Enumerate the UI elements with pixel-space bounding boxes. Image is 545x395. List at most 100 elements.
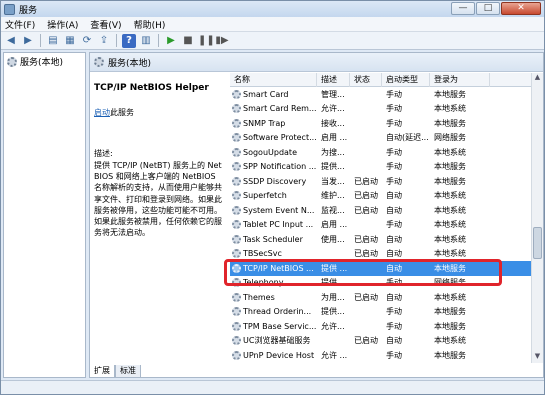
service-startup-type: 手动 — [386, 321, 402, 331]
service-log-on-as: 本地系统 — [434, 220, 466, 230]
service-row[interactable]: UC浏览器基础服务 已启动 自动 本地系统 — [230, 334, 543, 349]
scroll-up-icon[interactable]: ▲ — [532, 73, 543, 84]
service-name-cell: TBSecSvc — [230, 249, 317, 259]
service-status: 已启动 — [354, 249, 378, 259]
column-header-name[interactable]: 名称 — [230, 73, 317, 87]
service-name-cell: Task Scheduler — [230, 234, 317, 244]
forward-icon[interactable]: ▶ — [21, 34, 35, 48]
service-row[interactable]: TBSecSvc 已启动 自动 本地系统 — [230, 247, 543, 262]
toolbar-separator — [116, 34, 117, 47]
service-name-cell: TPM Base Servic... — [230, 321, 317, 331]
help-icon[interactable]: ? — [122, 33, 136, 48]
menu-view[interactable]: 查看(V) — [90, 18, 121, 31]
column-header-startup-type[interactable]: 启动类型 — [382, 73, 430, 87]
services-window: 服务 — □ ✕ 文件(F) 操作(A) 查看(V) 帮助(H) ◀ ▶ ▤ ▦… — [0, 0, 545, 395]
export-icon[interactable]: ⇪ — [97, 34, 111, 48]
service-description: 当发... — [321, 176, 345, 186]
start-service-icon[interactable]: ▶ — [164, 34, 178, 48]
service-log-on-as: 本地服务 — [434, 176, 466, 186]
service-row[interactable]: TPM Base Servic... 允许... 手动 本地服务 — [230, 319, 543, 334]
menu-help[interactable]: 帮助(H) — [134, 18, 166, 31]
refresh-icon[interactable]: ⟳ — [80, 34, 94, 48]
service-row[interactable]: SSDP Discovery 当发... 已启动 手动 本地服务 — [230, 174, 543, 189]
gear-icon — [7, 56, 17, 67]
toolbar-separator — [158, 34, 159, 47]
service-name-cell: SogouUpdate — [230, 147, 317, 157]
service-startup-type: 自动 — [386, 263, 402, 273]
service-name-cell: Thread Orderin... — [230, 307, 317, 317]
service-row[interactable]: Telephony 提供... 手动 网络服务 — [230, 276, 543, 291]
service-name: Software Protect... — [243, 133, 317, 143]
service-log-on-as: 本地系统 — [434, 205, 466, 215]
service-row[interactable]: Software Protect... 启用 ... 自动(延迟... 网络服务 — [230, 131, 543, 146]
menu-file[interactable]: 文件(F) — [5, 18, 35, 31]
service-log-on-as: 本地系统 — [434, 292, 466, 302]
service-log-on-as: 网络服务 — [434, 133, 466, 143]
service-log-on-as: 本地服务 — [434, 118, 466, 128]
column-header-description[interactable]: 描述 — [317, 73, 350, 87]
service-name: UC浏览器基础服务 — [243, 336, 311, 346]
details-icon[interactable]: ▥ — [139, 34, 153, 48]
service-name-cell: Tablet PC Input ... — [230, 220, 317, 230]
description-text: 提供 TCP/IP (NetBT) 服务上的 NetBIOS 和网络上客户端的 … — [94, 161, 222, 238]
service-row[interactable]: Smart Card Rem... 允许... 手动 本地系统 — [230, 102, 543, 117]
tree-item-services-local[interactable]: 服务(本地) — [4, 53, 85, 70]
start-service-link[interactable]: 启动 — [94, 108, 110, 117]
console-tree-icon[interactable]: ▤ — [46, 34, 60, 48]
service-gear-icon — [232, 147, 241, 157]
close-button[interactable]: ✕ — [501, 2, 541, 15]
minimize-button[interactable]: — — [451, 2, 475, 15]
service-description: 允许... — [321, 104, 345, 114]
service-name-cell: Software Protect... — [230, 133, 317, 143]
service-name-cell: Smart Card — [230, 89, 317, 99]
service-row[interactable]: Thread Orderin... 提供... 手动 本地服务 — [230, 305, 543, 320]
properties-icon[interactable]: ▦ — [63, 34, 77, 48]
service-row[interactable]: SogouUpdate 为搜... 手动 本地系统 — [230, 145, 543, 160]
service-row[interactable]: System Event N... 监视... 已启动 自动 本地系统 — [230, 203, 543, 218]
service-row[interactable]: TCP/IP NetBIOS ... 提供 ... 自动 本地服务 — [230, 261, 543, 276]
toolbar-separator — [40, 34, 41, 47]
service-row[interactable]: SNMP Trap 接收... 手动 本地服务 — [230, 116, 543, 131]
service-startup-type: 手动 — [386, 307, 402, 317]
service-row[interactable]: SPP Notification ... 提供... 手动 本地服务 — [230, 160, 543, 175]
restart-service-icon[interactable]: ▮▶ — [215, 34, 229, 48]
column-header-status[interactable]: 状态 — [350, 73, 382, 87]
service-gear-icon — [232, 133, 241, 143]
service-description: 接收... — [321, 118, 345, 128]
service-startup-type: 自动 — [386, 336, 402, 346]
tab-standard[interactable]: 标准 — [115, 365, 141, 378]
service-row[interactable]: UPnP Device Host 允许 ... 手动 本地服务 — [230, 348, 543, 363]
scrollbar-thumb[interactable] — [533, 227, 542, 259]
status-bar — [1, 380, 544, 394]
pause-service-icon[interactable]: ❚❚ — [198, 34, 215, 48]
service-description: 维护... — [321, 191, 345, 201]
service-row[interactable]: Themes 为用... 已启动 自动 本地系统 — [230, 290, 543, 305]
gear-icon — [94, 57, 104, 67]
service-log-on-as: 本地服务 — [434, 307, 466, 317]
service-gear-icon — [232, 234, 241, 244]
service-row[interactable]: Task Scheduler 使用... 已启动 自动 本地系统 — [230, 232, 543, 247]
service-gear-icon — [232, 162, 241, 172]
service-startup-type: 手动 — [386, 350, 402, 360]
service-name-cell: TCP/IP NetBIOS ... — [230, 263, 317, 273]
service-description: 监视... — [321, 205, 345, 215]
back-icon[interactable]: ◀ — [4, 34, 18, 48]
service-description: 为搜... — [321, 147, 345, 157]
vertical-scrollbar[interactable]: ▲ ▼ — [531, 73, 543, 363]
service-gear-icon — [232, 220, 241, 230]
service-name-cell: UPnP Device Host — [230, 350, 317, 360]
menu-bar: 文件(F) 操作(A) 查看(V) 帮助(H) — [1, 17, 544, 32]
maximize-button[interactable]: □ — [476, 2, 500, 15]
column-header-log-on-as[interactable]: 登录为 — [430, 73, 490, 87]
description-panel: TCP/IP NetBIOS Helper 启动此服务 描述: 提供 TCP/I… — [90, 73, 229, 363]
tree-item-label: 服务(本地) — [20, 58, 64, 68]
service-row[interactable]: Smart Card 管理... 手动 本地服务 — [230, 87, 543, 102]
tab-extended[interactable]: 扩展 — [89, 365, 115, 378]
service-gear-icon — [232, 278, 241, 288]
menu-action[interactable]: 操作(A) — [47, 18, 78, 31]
stop-service-icon[interactable]: ■ — [181, 34, 195, 48]
service-row[interactable]: Superfetch 维护... 已启动 自动 本地系统 — [230, 189, 543, 204]
service-log-on-as: 本地系统 — [434, 191, 466, 201]
service-row[interactable]: Tablet PC Input ... 启用 ... 手动 本地系统 — [230, 218, 543, 233]
scroll-down-icon[interactable]: ▼ — [532, 352, 543, 363]
